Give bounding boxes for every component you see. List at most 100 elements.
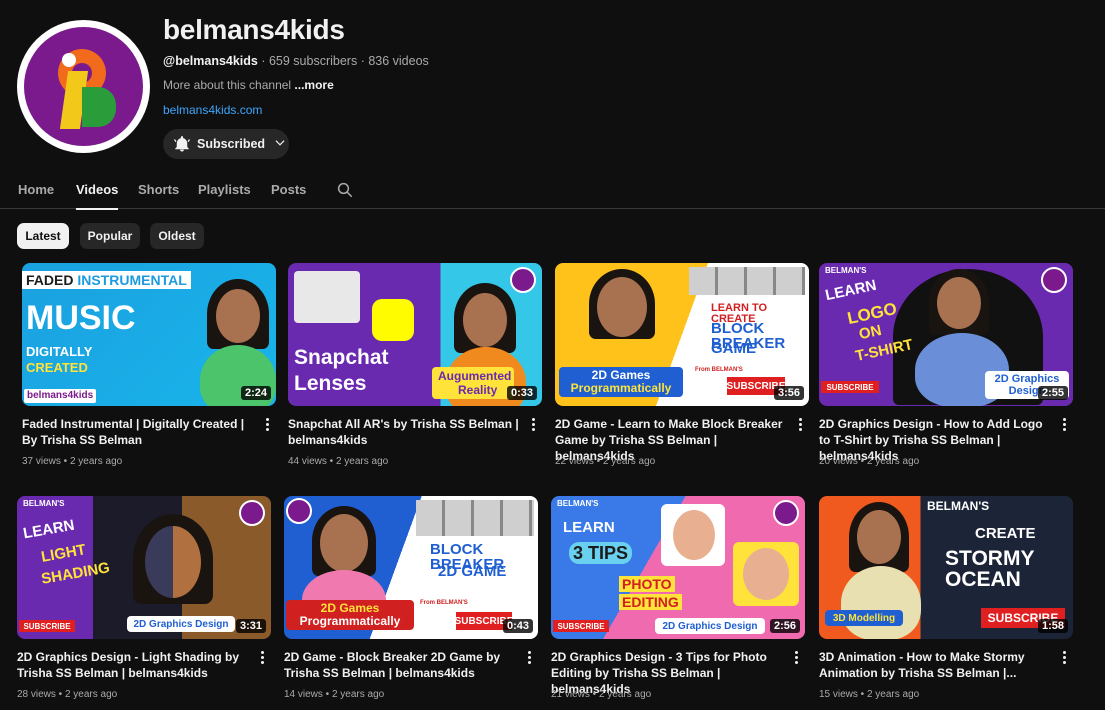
thumb-subscribe: SUBSCRIBE: [821, 381, 879, 393]
video-thumbnail[interactable]: BELMAN'S CREATE STORMY OCEAN 3D Modellin…: [819, 496, 1073, 639]
thumb-subscribe: SUBSCRIBE: [19, 620, 75, 632]
thumb-text: LEARN: [563, 519, 615, 536]
chip-popular[interactable]: Popular: [80, 223, 140, 249]
video-title[interactable]: Faded Instrumental | Digitally Created |…: [22, 416, 254, 448]
channel-link[interactable]: belmans4kids.com: [163, 103, 262, 117]
chip-oldest[interactable]: Oldest: [150, 223, 204, 249]
about-more-link[interactable]: ...more: [294, 78, 333, 92]
thumb-text: STORMY OCEAN: [945, 547, 1035, 591]
video-card[interactable]: BLOCK BREAKER 2D GAME From BELMAN'S 2D G…: [284, 496, 540, 700]
thumb-text: EDITING: [619, 594, 682, 610]
thumb-text: LEARN: [823, 276, 878, 305]
channel-name: belmans4kids: [163, 14, 345, 45]
subscribed-label: Subscribed: [197, 137, 266, 151]
thumb-badge: 2D Games Programmatically: [286, 600, 414, 630]
video-card[interactable]: BELMAN'S LEARN 3 TIPS PHOTO EDITING SUBS…: [551, 496, 807, 700]
video-duration: 3:56: [773, 386, 804, 400]
thumb-text: CREATE: [975, 525, 1036, 542]
thumb-text: Augumented: [438, 369, 512, 383]
video-card[interactable]: FADED INSTRUMENTAL MUSIC DIGITALLY CREAT…: [22, 263, 278, 467]
video-meta: 37 views • 2 years ago: [22, 456, 123, 467]
channel-handle: @belmans4kids: [163, 54, 258, 68]
video-meta: 21 views • 2 years ago: [551, 689, 652, 700]
video-meta: 22 views • 2 years ago: [555, 456, 656, 467]
tab-posts[interactable]: Posts: [271, 182, 306, 197]
thumb-badge: 2D Graphics Design: [127, 616, 235, 632]
video-duration: 3:31: [235, 619, 266, 633]
thumb-badge: 3D Modelling: [825, 610, 903, 626]
more-vert-icon[interactable]: [795, 651, 799, 665]
video-title[interactable]: 2D Graphics Design - Light Shading by Tr…: [17, 649, 249, 681]
more-vert-icon[interactable]: [1063, 651, 1067, 665]
about-text: More about this channel: [163, 78, 295, 92]
more-vert-icon[interactable]: [799, 418, 803, 432]
more-vert-icon[interactable]: [528, 651, 532, 665]
video-thumbnail[interactable]: BELMAN'S LEARN LIGHT SHADING SUBSCRIBE 2…: [17, 496, 271, 639]
video-card[interactable]: LEARN TO CREATE BLOCK BREAKER GAME From …: [555, 263, 811, 467]
channel-about[interactable]: More about this channel ...more: [163, 78, 334, 92]
video-title[interactable]: 3D Animation - How to Make Stormy Animat…: [819, 649, 1051, 681]
video-thumbnail[interactable]: BELMAN'S LEARN LOGO ON T-SHIRT SUBSCRIBE…: [819, 263, 1073, 406]
thumb-subscribe: SUBSCRIBE: [553, 620, 609, 632]
bell-icon: [173, 135, 191, 153]
video-thumbnail[interactable]: FADED INSTRUMENTAL MUSIC DIGITALLY CREAT…: [22, 263, 276, 406]
thumb-text: FADED INSTRUMENTAL: [22, 271, 191, 289]
thumb-text: Lenses: [294, 372, 367, 395]
tab-home[interactable]: Home: [18, 182, 54, 197]
video-title[interactable]: 2D Game - Block Breaker 2D Game by Trish…: [284, 649, 516, 681]
channel-logo: [24, 27, 143, 146]
thumb-text: 3 TIPS: [569, 542, 633, 564]
thumb-text: From BELMAN'S: [695, 367, 743, 373]
thumb-text: 2D GAME: [438, 563, 507, 580]
channel-tabs: Home Videos Shorts Playlists Posts: [0, 174, 1105, 210]
video-duration: 2:55: [1037, 386, 1068, 400]
video-thumbnail[interactable]: BLOCK BREAKER 2D GAME From BELMAN'S 2D G…: [284, 496, 538, 639]
thumb-text: BELMAN'S: [557, 499, 599, 508]
search-icon[interactable]: [336, 181, 354, 199]
video-duration: 0:33: [506, 386, 537, 400]
more-vert-icon[interactable]: [261, 651, 265, 665]
thumb-text: LIGHT: [39, 541, 88, 566]
video-duration: 0:43: [502, 619, 533, 633]
video-meta: 28 views • 2 years ago: [17, 689, 118, 700]
chevron-down-icon: [273, 136, 287, 153]
thumb-text: PHOTO: [619, 576, 675, 592]
chip-latest[interactable]: Latest: [17, 223, 69, 249]
channel-meta: @belmans4kids · 659 subscribers · 836 vi…: [163, 54, 429, 68]
channel-stats: · 659 subscribers · 836 videos: [257, 54, 429, 68]
video-card[interactable]: BELMAN'S LEARN LOGO ON T-SHIRT SUBSCRIBE…: [819, 263, 1075, 467]
video-card[interactable]: BELMAN'S CREATE STORMY OCEAN 3D Modellin…: [819, 496, 1075, 700]
subscribed-button[interactable]: Subscribed: [163, 129, 289, 159]
more-vert-icon[interactable]: [1063, 418, 1067, 432]
thumb-text: Reality: [458, 383, 498, 397]
thumb-text: BELMAN'S: [825, 266, 867, 275]
video-duration: 2:56: [769, 619, 800, 633]
thumb-text: ON: [857, 321, 884, 344]
thumb-badge: 2D Games Programmatically: [559, 367, 683, 397]
video-duration: 1:58: [1037, 619, 1068, 633]
video-thumbnail[interactable]: BELMAN'S LEARN 3 TIPS PHOTO EDITING SUBS…: [551, 496, 805, 639]
video-thumbnail[interactable]: LEARN TO CREATE BLOCK BREAKER GAME From …: [555, 263, 809, 406]
video-duration: 2:24: [240, 386, 271, 400]
tab-videos[interactable]: Videos: [76, 182, 119, 210]
tab-shorts[interactable]: Shorts: [138, 182, 179, 197]
video-meta: 20 views • 2 years ago: [819, 456, 920, 467]
more-vert-icon[interactable]: [266, 418, 270, 432]
video-card[interactable]: BELMAN'S LEARN LIGHT SHADING SUBSCRIBE 2…: [17, 496, 273, 700]
thumb-text: MUSIC: [26, 299, 136, 337]
video-meta: 15 views • 2 years ago: [819, 689, 920, 700]
more-vert-icon[interactable]: [532, 418, 536, 432]
video-card[interactable]: Snapchat Lenses Augumented Reality 0:33 …: [288, 263, 544, 467]
tab-playlists[interactable]: Playlists: [198, 182, 251, 197]
video-thumbnail[interactable]: Snapchat Lenses Augumented Reality 0:33: [288, 263, 542, 406]
thumb-text: BELMAN'S: [927, 499, 990, 513]
video-title[interactable]: Snapchat All AR's by Trisha SS Belman | …: [288, 416, 520, 448]
video-meta: 14 views • 2 years ago: [284, 689, 385, 700]
thumb-text: CREATED: [26, 360, 88, 375]
channel-avatar[interactable]: [17, 20, 150, 153]
thumb-badge: 2D Graphics Design: [655, 618, 765, 634]
thumb-text: LEARN: [21, 516, 76, 543]
thumb-text: Snapchat: [294, 346, 389, 369]
thumb-text: BELMAN'S: [23, 499, 65, 508]
thumb-text: belmans4kids: [24, 389, 97, 403]
